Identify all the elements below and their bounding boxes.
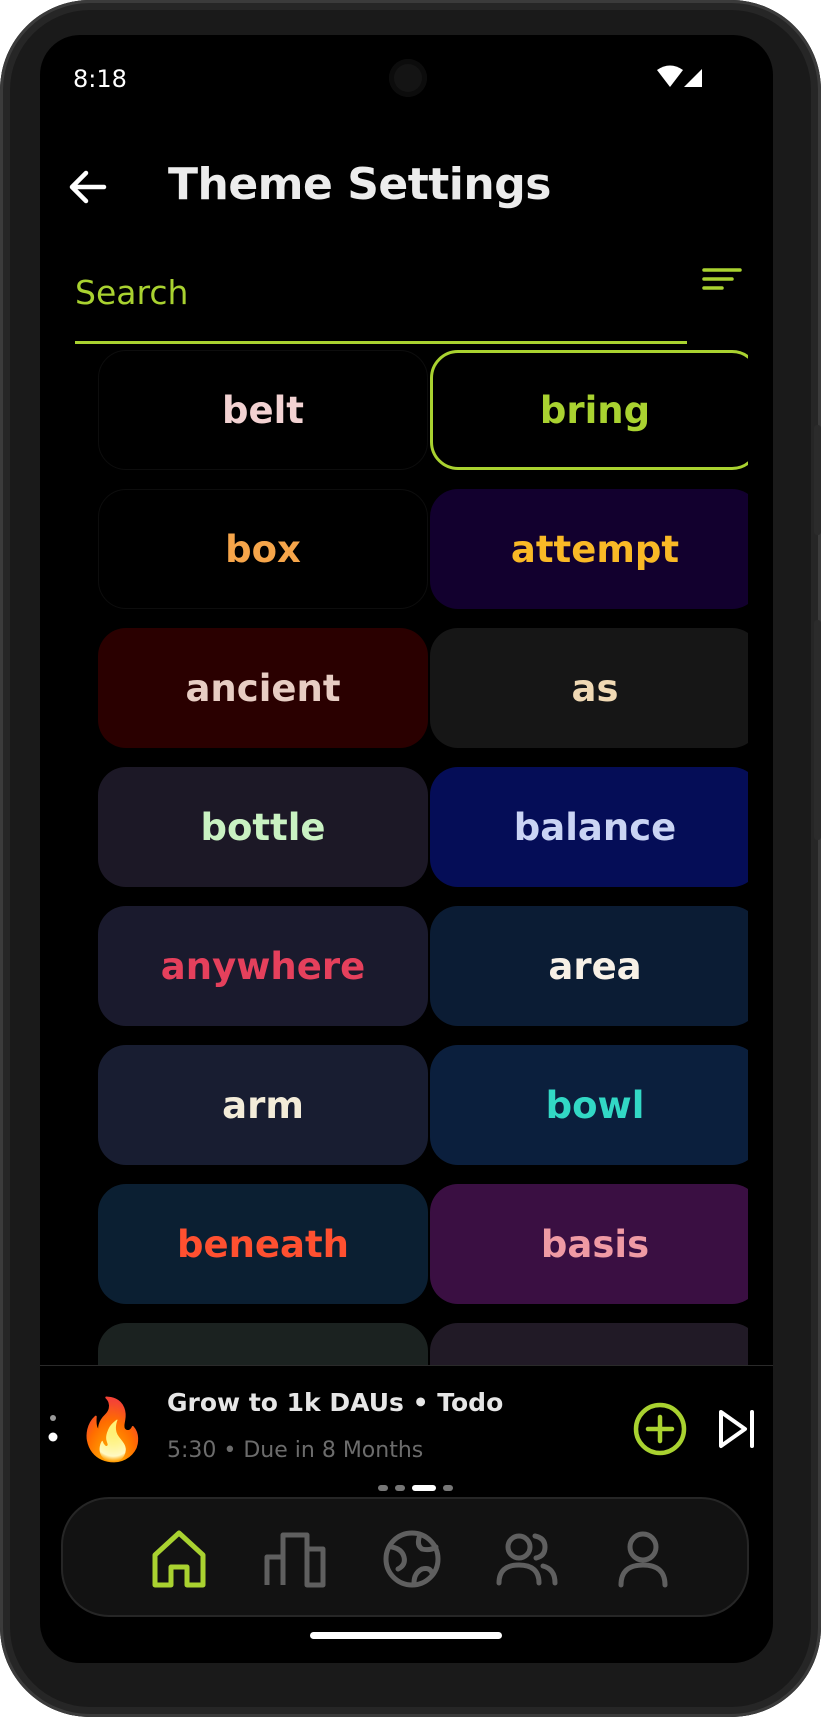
status-icons	[657, 65, 703, 93]
status-bar: 8:18	[40, 35, 773, 115]
nav-friends[interactable]	[495, 1527, 559, 1591]
search-input[interactable]	[75, 267, 687, 317]
theme-tile[interactable]: ancient	[98, 628, 428, 748]
task-emoji-icon: 🔥	[75, 1395, 150, 1465]
status-time: 8:18	[73, 65, 127, 93]
theme-tile[interactable]: balance	[430, 767, 748, 887]
theme-tile[interactable]: bowl	[430, 1045, 748, 1165]
signal-icon	[684, 69, 702, 87]
add-button[interactable]	[632, 1401, 688, 1457]
globe-icon	[383, 1530, 441, 1588]
theme-tile[interactable]: area	[430, 906, 748, 1026]
profile-icon	[618, 1531, 668, 1588]
back-arrow-icon	[69, 170, 107, 204]
back-button[interactable]	[66, 165, 110, 209]
filter-icon	[702, 268, 742, 290]
home-icon	[152, 1530, 206, 1588]
app-bar: Theme Settings	[40, 145, 773, 225]
sort-filter-button[interactable]	[700, 257, 744, 301]
mini-player[interactable]: 🔥 Grow to 1k DAUs • Todo 5:30 • Due in 8…	[40, 1365, 773, 1516]
theme-tile[interactable]: anywhere	[98, 906, 428, 1026]
plus-circle-icon	[633, 1402, 687, 1456]
leaderboard-icon	[264, 1532, 326, 1588]
nav-leaderboard[interactable]	[263, 1527, 327, 1591]
theme-tile[interactable]: bring	[430, 350, 748, 470]
power-button	[814, 620, 821, 840]
screen: 8:18 Theme Settings Search belt bring bo…	[40, 35, 773, 1663]
theme-tile[interactable]: beneath	[98, 1184, 428, 1304]
theme-tile[interactable]: bottle	[98, 767, 428, 887]
wifi-icon	[657, 65, 702, 87]
page-indicator	[378, 1485, 453, 1491]
friends-icon	[496, 1533, 558, 1586]
page-title: Theme Settings	[168, 159, 551, 210]
nav-home[interactable]	[147, 1527, 211, 1591]
pager-dots-vertical-icon	[48, 1415, 58, 1442]
nav-profile[interactable]	[611, 1527, 675, 1591]
theme-tile[interactable]: attempt	[430, 489, 748, 609]
skip-next-icon	[719, 1410, 754, 1448]
theme-tile[interactable]: as	[430, 628, 748, 748]
skip-next-button[interactable]	[715, 1407, 759, 1451]
theme-tile[interactable]: box	[98, 489, 428, 609]
volume-button	[814, 425, 821, 535]
gesture-home-indicator[interactable]	[310, 1632, 502, 1639]
task-title: Grow to 1k DAUs • Todo	[167, 1388, 504, 1417]
theme-grid: belt bring box attempt ancient as bottle balanc…	[65, 345, 748, 1402]
phone-frame: 8:18 Theme Settings Search belt bring bo…	[0, 0, 821, 1717]
theme-tile[interactable]: arm	[98, 1045, 428, 1165]
task-subtitle: 5:30 • Due in 8 Months	[167, 1438, 424, 1463]
bottom-nav	[61, 1497, 749, 1617]
theme-tile[interactable]: belt	[98, 350, 428, 470]
search-field[interactable]	[75, 245, 687, 344]
front-camera	[389, 59, 427, 97]
nav-explore[interactable]	[380, 1527, 444, 1591]
theme-tile[interactable]: basis	[430, 1184, 748, 1304]
